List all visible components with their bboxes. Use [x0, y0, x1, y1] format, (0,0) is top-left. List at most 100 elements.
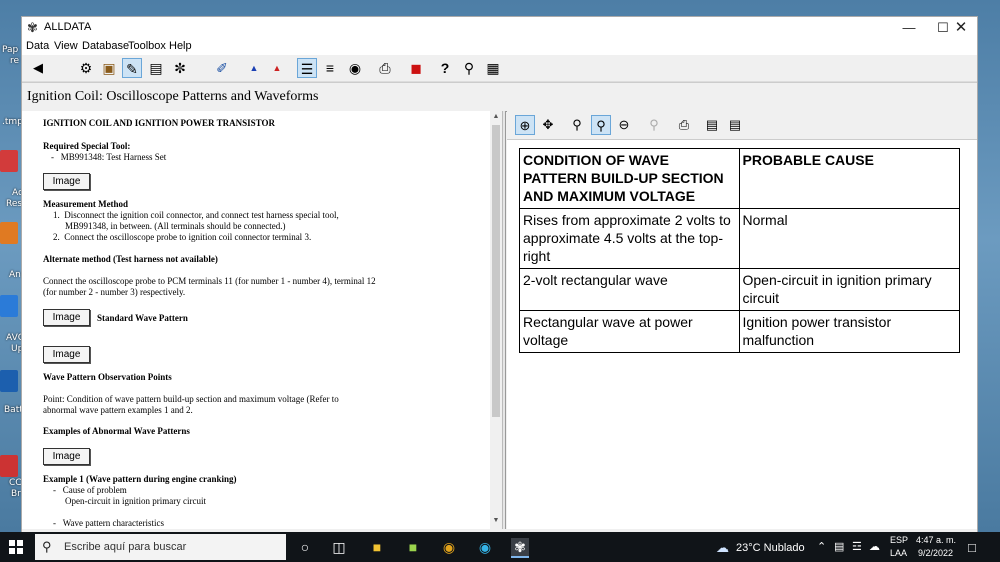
bookmark-icon[interactable]: ◼ — [406, 58, 426, 78]
car-icon[interactable]: ▲ — [267, 58, 287, 78]
vehicle-select-icon[interactable]: ⚙ — [76, 58, 96, 78]
tools-icon[interactable]: ✐ — [212, 58, 232, 78]
search-icon[interactable]: ⚲ — [459, 58, 479, 78]
start-button[interactable] — [9, 540, 23, 554]
article-heading: IGNITION COIL AND IGNITION POWER TRANSIS… — [43, 118, 275, 128]
step-1: 1. Disconnect the ignition coil connecto… — [53, 210, 339, 220]
alternate-method-text-2: (for number 2 - number 3) respectively. — [43, 287, 186, 297]
point-text: Point: Condition of wave pattern build-u… — [43, 394, 339, 404]
desktop-label: Br — [11, 489, 21, 499]
menu-help[interactable]: Help — [169, 40, 192, 52]
document-title: Ignition Coil: Oscilloscope Patterns and… — [27, 89, 319, 104]
table-cell-condition: Rectangular wave at power voltage — [519, 310, 740, 353]
close-button[interactable]: ✕ — [944, 17, 978, 39]
image-button[interactable]: Image — [43, 309, 90, 326]
wave-characteristics: - Wave pattern characteristics — [53, 518, 164, 528]
desktop-icon-5[interactable] — [0, 455, 18, 477]
menu-data[interactable]: Data — [26, 40, 49, 52]
task-view-icon[interactable]: ◫ — [330, 538, 348, 556]
back-arrow-icon[interactable]: ◀ — [28, 58, 48, 78]
help-icon[interactable]: ? — [435, 58, 455, 78]
cloud-icon[interactable]: ☁ — [869, 540, 880, 553]
table-row: Rectangular wave at power voltage Igniti… — [519, 310, 960, 353]
network-icon[interactable]: ☲ — [852, 540, 862, 553]
table-cell-cause: Ignition power transistor malfunction — [738, 310, 960, 353]
search-icon: ⚲ — [42, 539, 52, 554]
edit-icon[interactable]: ✎ — [122, 58, 142, 78]
weather-icon[interactable]: ☁ — [716, 540, 729, 556]
observation-points-heading: Wave Pattern Observation Points — [43, 372, 172, 382]
weather-text[interactable]: 23°C Nublado — [736, 542, 805, 554]
edge-icon[interactable]: ◉ — [476, 538, 494, 556]
menu-view[interactable]: View — [54, 40, 78, 52]
image-button[interactable]: Image — [43, 173, 90, 190]
wave-characteristics-text: Wave pattern characteristics — [62, 518, 164, 528]
clock-time[interactable]: 4:47 a. m. — [916, 535, 956, 545]
step-2-text: Connect the oscilloscope probe to igniti… — [64, 232, 312, 242]
main-toolbar: ◀ ⚙ ▣ ✎ ▤ ✼ ✐ ▲ ▲ ☰ ≡ ◉ ⎙ ◼ ? ⚲ ▦ — [22, 55, 977, 82]
file-explorer-icon[interactable]: ■ — [368, 538, 386, 556]
menu-toolbox[interactable]: Toolbox — [128, 40, 166, 52]
title-bar[interactable]: ✾ ALLDATA — ☐ ✕ — [22, 17, 977, 39]
point-text-2: abnormal wave pattern examples 1 and 2. — [43, 405, 193, 415]
next-image-icon[interactable]: ▤ — [725, 115, 745, 135]
security-icon[interactable]: ▤ — [834, 540, 844, 553]
chevron-up-icon[interactable]: ⌃ — [817, 540, 826, 553]
image-button[interactable]: Image — [43, 346, 90, 363]
cause-value: Open-circuit in ignition primary circuit — [65, 496, 206, 506]
image-pane: ⊕ ✥ ⚲ ⚲ ⊖ ⚲ ⎙ ▤ ▤ CONDITION OF WAVE PATT… — [507, 111, 977, 529]
scroll-down-arrow-icon[interactable]: ▼ — [490, 517, 502, 524]
previous-image-icon[interactable]: ▤ — [702, 115, 722, 135]
folder-icon[interactable]: ▣ — [99, 58, 119, 78]
clock-date[interactable]: 9/2/2022 — [918, 548, 953, 558]
menu-bar: Data View Database Toolbox Help — [22, 39, 977, 55]
desktop-icon-4[interactable] — [0, 370, 18, 392]
example-1-heading: Example 1 (Wave pattern during engine cr… — [43, 474, 237, 484]
component-icon[interactable]: ▤ — [146, 58, 166, 78]
table-cell-condition: Rises from approximate 2 volts to approx… — [519, 208, 740, 269]
notifications-icon[interactable]: □ — [968, 540, 976, 555]
pan-icon[interactable]: ✥ — [538, 115, 558, 135]
image-button[interactable]: Image — [43, 448, 90, 465]
desktop-icon-2[interactable] — [0, 222, 18, 244]
text-view-icon[interactable]: ≡ — [320, 58, 340, 78]
desktop-icon-3[interactable] — [0, 295, 18, 317]
zoom-window-icon[interactable]: ⚲ — [567, 115, 587, 135]
desktop-label: Res — [6, 199, 23, 209]
language-indicator-2[interactable]: LAA — [890, 548, 907, 558]
zoom-fit-icon[interactable]: ⚲ — [591, 115, 611, 135]
vertical-scrollbar[interactable]: ▲ ▼ — [490, 111, 502, 529]
pane-splitter[interactable] — [502, 111, 506, 529]
cortana-icon[interactable]: ○ — [296, 538, 314, 556]
camera-icon[interactable]: ◉ — [345, 58, 365, 78]
article-pane[interactable]: IGNITION COIL AND IGNITION POWER TRANSIS… — [22, 111, 502, 529]
desktop-label: Pap — [2, 45, 19, 55]
print-icon[interactable]: ⎙ — [375, 58, 395, 78]
scrollbar-thumb[interactable] — [492, 125, 500, 417]
desktop-icon-1[interactable] — [0, 150, 18, 172]
search-placeholder: Escribe aquí para buscar — [64, 541, 187, 553]
table-header-cause: PROBABLE CAUSE — [738, 148, 960, 209]
chrome-icon[interactable]: ◉ — [440, 538, 458, 556]
notes-app-icon[interactable]: ■ — [404, 538, 422, 556]
language-indicator[interactable]: ESP — [890, 535, 908, 545]
alternate-method-heading: Alternate method (Test harness not avail… — [43, 254, 218, 264]
alldata-taskbar-icon[interactable]: ✾ — [511, 538, 529, 558]
menu-database[interactable]: Database — [82, 40, 129, 52]
print-image-icon[interactable]: ⎙ — [674, 115, 694, 135]
zoom-in-icon[interactable]: ⊕ — [515, 115, 535, 135]
scroll-up-arrow-icon[interactable]: ▲ — [490, 113, 502, 120]
minimize-button[interactable]: — — [892, 17, 926, 39]
desktop-label: re — [10, 56, 20, 66]
list-view-icon[interactable]: ☰ — [297, 58, 317, 78]
printer-options-icon[interactable]: ▦ — [483, 58, 503, 78]
diagnostics-icon[interactable]: ✼ — [170, 58, 190, 78]
zoom-out-icon[interactable]: ⊖ — [614, 115, 634, 135]
desktop-label: An — [9, 270, 21, 280]
standard-wave-label: Standard Wave Pattern — [97, 313, 188, 323]
new-car-icon[interactable]: ▲ — [244, 58, 264, 78]
examples-heading: Examples of Abnormal Wave Patterns — [43, 426, 190, 436]
taskbar-search-box[interactable]: ⚲ Escribe aquí para buscar — [35, 534, 286, 560]
desktop-label: CC — [9, 478, 22, 488]
required-tool-label: Required Special Tool: — [43, 141, 131, 151]
